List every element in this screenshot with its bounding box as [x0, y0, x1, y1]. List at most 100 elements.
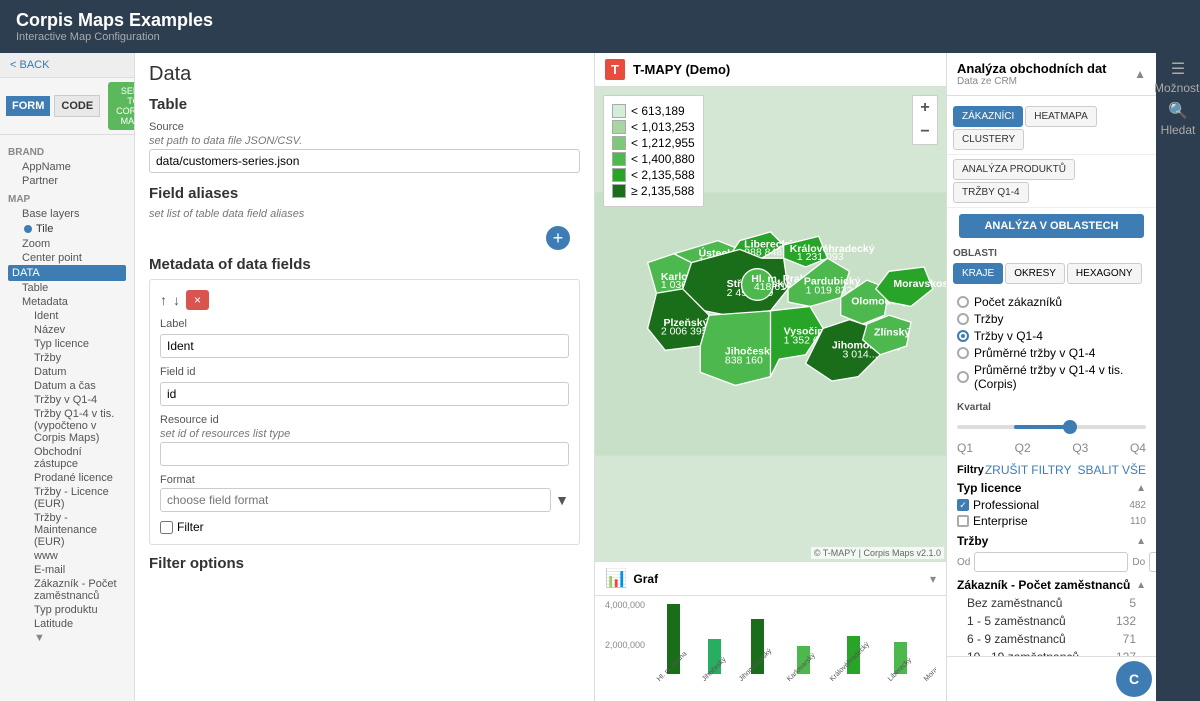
app-subtitle: Interactive Map Configuration	[16, 31, 1184, 43]
zoom-in-button[interactable]: +	[913, 96, 937, 120]
radio-prumerne-trzby-q14-corpis[interactable]: Průměrné tržby v Q1-4 v tis. (Corpis)	[957, 363, 1146, 391]
filter-check-input[interactable]	[160, 521, 173, 534]
radio-circle-3	[957, 330, 969, 342]
tab-clustery[interactable]: CLUSTERY	[953, 129, 1024, 150]
move-up-button[interactable]: ↑	[160, 292, 167, 308]
bar-Jihomoravsky: Jihomoravský	[735, 619, 781, 685]
oblasti-tab-hexagony[interactable]: HEXAGONY	[1067, 263, 1142, 284]
radio-trzby[interactable]: Tržby	[957, 312, 1146, 326]
zakaznik-filter: Zákazník - Počet zaměstnanců ▲ Bez zaměs…	[957, 578, 1146, 656]
filter-section: Filter	[160, 520, 569, 534]
tab-zakaznici[interactable]: ZÁKAZNÍCI	[953, 106, 1023, 127]
sidebar-item-datum[interactable]: Datum	[32, 365, 126, 379]
sidebar-item-datumcas[interactable]: Datum a čas	[32, 379, 126, 393]
source-label: Source	[149, 121, 580, 133]
label-input[interactable]	[160, 334, 569, 358]
sidebar-item-partner[interactable]: Partner	[20, 174, 126, 188]
delete-button[interactable]: ×	[186, 290, 209, 310]
trzby-do-input[interactable]	[1149, 552, 1156, 572]
tab-analyza-produktu[interactable]: ANALÝZA PRODUKTŮ	[953, 159, 1075, 180]
typ-licence-filter: Typ licence ▲ ✓ Professional 482	[957, 481, 1146, 528]
sidebar-item-trzbyq14[interactable]: Tržby v Q1-4	[32, 393, 126, 407]
field-id-input[interactable]	[160, 382, 569, 406]
legend-value-5: < 2,135,588	[631, 168, 695, 182]
center-content: Data Table Source set path to data file …	[135, 53, 594, 701]
radio-pocet-zakazniku[interactable]: Počet zákazníků	[957, 295, 1146, 309]
zrusit-filtry-link[interactable]: ZRUŠIT FILTRY	[985, 463, 1072, 477]
chart-expand-icon[interactable]: ▾	[930, 572, 936, 586]
sidebar-item-prodanelicence[interactable]: Prodané licence	[32, 471, 126, 485]
send-button[interactable]: SEND TO CORPIS MAPS	[108, 82, 135, 130]
back-button[interactable]: < BACK	[0, 53, 134, 78]
sidebar-item-nazev[interactable]: Název	[32, 323, 126, 337]
professional-label[interactable]: ✓ Professional	[957, 498, 1039, 512]
radio-circle-2	[957, 313, 969, 325]
sidebar-item-centerpoint[interactable]: Center point	[20, 251, 126, 265]
hledat-button[interactable]: 🔍 Hledat	[1158, 99, 1198, 139]
resource-id-hint: set id of resources list type	[160, 428, 569, 440]
sidebar-item-baselayers[interactable]: Base layers	[20, 207, 126, 221]
enterprise-checkbox[interactable]	[957, 515, 969, 527]
sidebar-item-tile[interactable]: Tile	[20, 221, 126, 237]
sidebar-item-metadata[interactable]: Metadata	[20, 295, 126, 309]
y-axis-top: 4,000,000	[605, 600, 936, 610]
sidebar-item-zoom[interactable]: Zoom	[20, 237, 126, 251]
format-input[interactable]	[160, 488, 551, 512]
count-bez-label: Bez zaměstnanců	[967, 596, 1062, 610]
sidebar-item-zakaznikpocet[interactable]: Zákazník - Počet zaměstnanců	[32, 577, 126, 603]
trzby-od-input[interactable]	[974, 552, 1128, 572]
sidebar-item-typprodukt[interactable]: Typ produktu	[32, 603, 126, 617]
sidebar-item-www[interactable]: www	[32, 549, 126, 563]
resource-id-input[interactable]	[160, 442, 569, 466]
sidebar-item-obchzastupce[interactable]: Obchodní zástupce	[32, 445, 126, 471]
oblasti-tab-okresy[interactable]: OKRESY	[1005, 263, 1065, 284]
tile-dot	[24, 225, 32, 233]
kvartal-slider[interactable]	[957, 417, 1146, 437]
field-id-label: Field id	[160, 366, 569, 378]
moznosti-button[interactable]: ☰ Možnosti	[1158, 57, 1198, 97]
tabs-row-1: ZÁKAZNÍCI HEATMAPA CLUSTERY	[947, 102, 1156, 155]
trzby-chevron-icon[interactable]: ▲	[1136, 536, 1146, 547]
tab-code[interactable]: CODE	[54, 95, 100, 117]
sidebar-item-ident[interactable]: Ident	[32, 309, 126, 323]
zoom-out-button[interactable]: −	[913, 120, 937, 144]
sidebar-item-trzbymaint[interactable]: Tržby - Maintenance (EUR)	[32, 511, 126, 549]
filtry-title: Filtry	[957, 464, 984, 476]
tab-heatmapa[interactable]: HEATMAPA	[1025, 106, 1097, 127]
sidebar-item-trzbyq14tis[interactable]: Tržby Q1-4 v tis. (vypočteno v Corpis Ma…	[32, 407, 126, 445]
professional-checkbox[interactable]: ✓	[957, 499, 969, 511]
sbalit-vse-link[interactable]: SBALIT VŠE	[1078, 463, 1146, 477]
sidebar-item-typlicence[interactable]: Typ licence	[32, 337, 126, 351]
sidebar-item-trzbyligence[interactable]: Tržby - Licence (EUR)	[32, 485, 126, 511]
sidebar-item-latitude[interactable]: Latitude	[32, 617, 126, 631]
data-items: Table Metadata Ident Název Typ licence T…	[8, 281, 126, 645]
oblasti-label: OBLASTI	[953, 248, 1150, 259]
radio-prumerne-trzby-q14[interactable]: Průměrné tržby v Q1-4	[957, 346, 1146, 360]
zakaznik-count-list: Bez zaměstnanců 5 1 - 5 zaměstnanců 132 …	[957, 595, 1146, 656]
oblasti-tab-kraje[interactable]: KRAJE	[953, 263, 1003, 284]
sidebar-item-more[interactable]: ▼	[32, 631, 126, 645]
radio-trzby-q14[interactable]: Tržby v Q1-4	[957, 329, 1146, 343]
sidebar-item-data[interactable]: DATA	[8, 265, 126, 281]
map-container[interactable]: < 613,189 < 1,013,253 < 1,212,955 < 1,40…	[595, 87, 946, 561]
corpis-logo-button[interactable]: C	[1116, 661, 1152, 697]
sidebar-item-trzby[interactable]: Tržby	[32, 351, 126, 365]
slider-thumb[interactable]	[1063, 420, 1077, 434]
bar-Moravskoslezsky: Moravskoslezský	[920, 629, 936, 685]
zakaznik-filter-header: Zákazník - Počet zaměstnanců ▲	[957, 578, 1146, 592]
source-input[interactable]	[149, 149, 580, 173]
add-field-button[interactable]: +	[546, 226, 570, 250]
move-down-button[interactable]: ↓	[173, 292, 180, 308]
filter-checkbox[interactable]: Filter	[160, 520, 569, 534]
enterprise-label[interactable]: Enterprise	[957, 514, 1028, 528]
tab-analyza-v-oblastech[interactable]: ANALÝZA V OBLASTECH	[959, 214, 1144, 238]
tab-trzby-q14[interactable]: TRŽBY Q1-4	[953, 182, 1029, 203]
field-aliases-title: Field aliases	[149, 185, 580, 202]
right-panel-collapse-icon[interactable]: ▲	[1134, 67, 1146, 81]
tab-form[interactable]: FORM	[6, 96, 50, 116]
sidebar-item-appname[interactable]: AppName	[20, 160, 126, 174]
sidebar-item-table[interactable]: Table	[20, 281, 126, 295]
sidebar-item-email[interactable]: E-mail	[32, 563, 126, 577]
zakaznik-chevron-icon[interactable]: ▲	[1136, 580, 1146, 591]
typ-licence-chevron-icon[interactable]: ▲	[1136, 483, 1146, 494]
